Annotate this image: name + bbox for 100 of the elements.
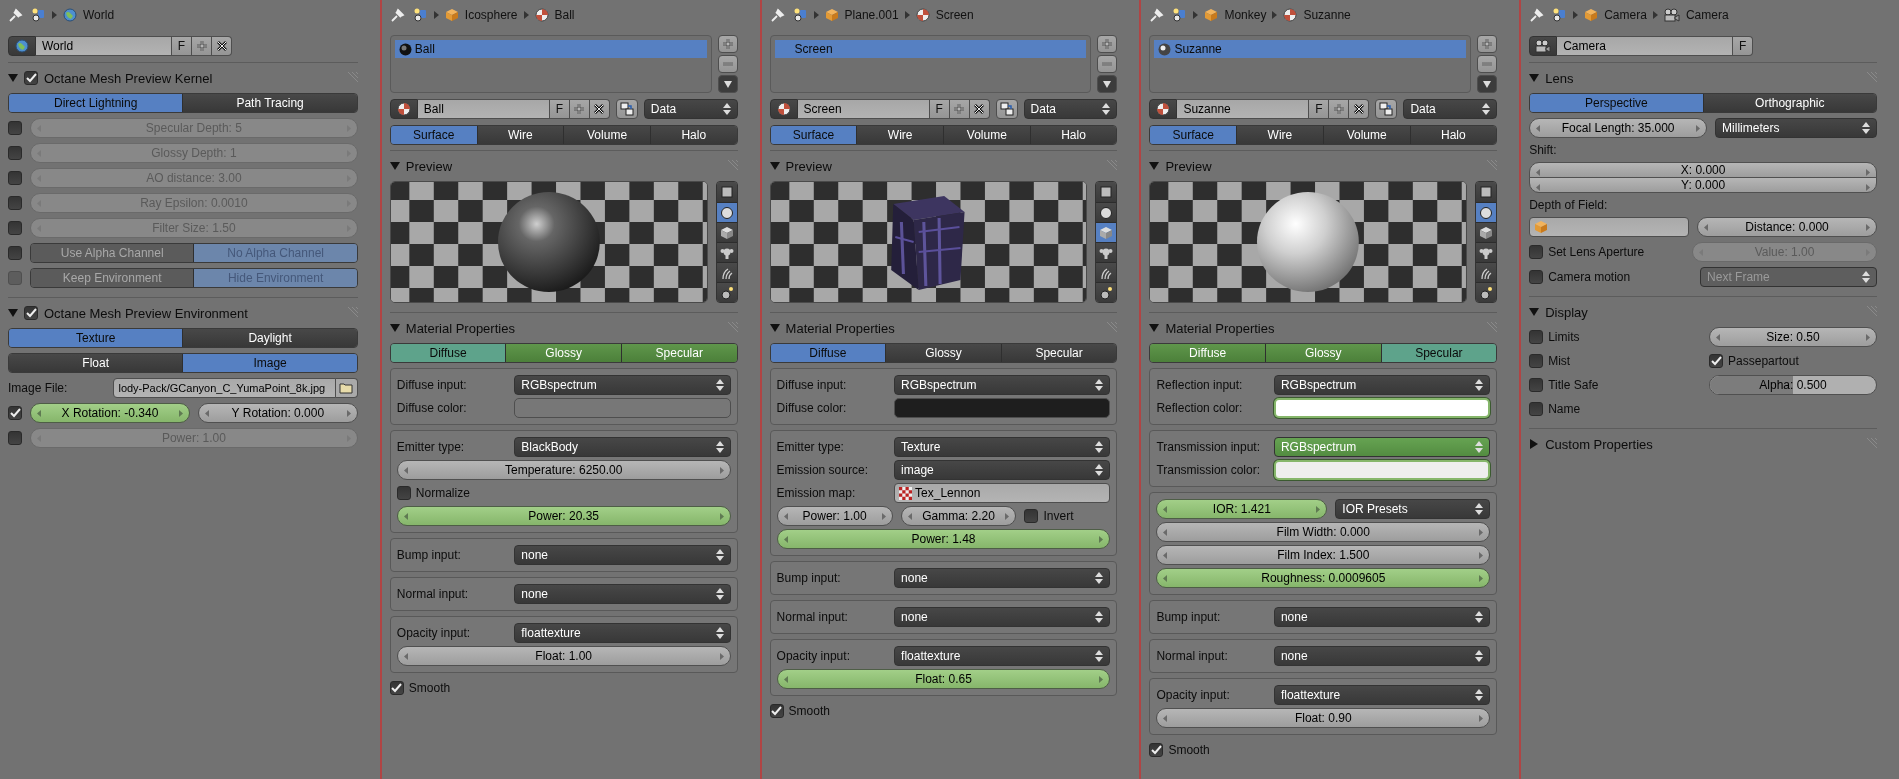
dropdown-menu[interactable]: RGBspectrum — [514, 375, 731, 395]
left-arrow-icon[interactable] — [783, 676, 788, 683]
toggle-button[interactable]: Volume — [943, 126, 1030, 144]
dropdown-menu[interactable]: BlackBody — [514, 437, 731, 457]
dropdown-menu[interactable]: Data — [643, 99, 738, 119]
section-title[interactable]: Preview — [405, 158, 720, 174]
value-slider[interactable]: Alpha: 0.500 — [1709, 375, 1877, 395]
toggle-button[interactable]: Halo — [1409, 126, 1497, 144]
fake-user-button[interactable]: F — [1309, 99, 1330, 119]
toggle-button[interactable]: Image — [182, 354, 357, 372]
section-title[interactable]: Display — [1545, 304, 1859, 320]
drag-grip-icon[interactable] — [345, 72, 358, 84]
number-field[interactable]: X Rotation: -0.340 — [30, 403, 190, 423]
disclosure-triangle-icon[interactable] — [8, 73, 18, 83]
remove-button[interactable] — [589, 99, 610, 119]
name-field[interactable]: Suzanne — [1177, 99, 1310, 119]
name-field[interactable]: World — [36, 36, 172, 56]
pin-icon[interactable] — [1529, 7, 1546, 23]
drag-grip-icon[interactable] — [725, 322, 738, 334]
drag-grip-icon[interactable] — [1485, 160, 1498, 172]
number-field[interactable]: Power: 20.35 — [396, 506, 731, 526]
checkbox[interactable] — [389, 681, 404, 695]
add-button[interactable] — [569, 99, 590, 119]
section-title[interactable]: Material Properties — [405, 320, 720, 336]
left-arrow-icon[interactable] — [1704, 224, 1709, 231]
left-arrow-icon[interactable] — [1163, 506, 1168, 513]
disclosure-triangle-icon[interactable] — [389, 161, 400, 171]
right-arrow-icon[interactable] — [1696, 125, 1701, 132]
copy-button[interactable] — [615, 99, 638, 119]
dropdown-menu[interactable]: Data — [1403, 99, 1498, 119]
browse-button[interactable] — [769, 99, 798, 119]
right-arrow-icon[interactable] — [1099, 676, 1104, 683]
add-slot-button[interactable] — [717, 35, 738, 53]
disclosure-triangle-icon[interactable] — [769, 161, 780, 171]
toggle-button[interactable]: Diffuse — [770, 344, 886, 362]
disclosure-triangle-icon[interactable] — [1529, 307, 1540, 317]
drag-grip-icon[interactable] — [1485, 322, 1498, 334]
slot-menu-button[interactable] — [717, 75, 738, 93]
fake-user-button[interactable]: F — [172, 36, 192, 56]
disclosure-triangle-icon[interactable] — [1149, 323, 1160, 333]
checkbox[interactable] — [1529, 402, 1544, 416]
disclosure-triangle-icon[interactable] — [1149, 161, 1160, 171]
right-arrow-icon[interactable] — [346, 410, 351, 417]
checkbox[interactable] — [769, 704, 784, 718]
checkbox[interactable] — [1024, 509, 1039, 523]
left-arrow-icon[interactable] — [37, 410, 41, 417]
material-slot[interactable]: Ball — [394, 40, 707, 58]
dropdown-menu[interactable]: none — [1273, 646, 1491, 666]
dropdown-menu[interactable]: floattexture — [514, 623, 731, 643]
disclosure-triangle-icon[interactable] — [1529, 73, 1540, 83]
preview-shape-button[interactable] — [1476, 282, 1497, 302]
toggle-button[interactable]: Volume — [1322, 126, 1410, 144]
right-arrow-icon[interactable] — [178, 410, 183, 417]
disclosure-triangle-icon[interactable] — [769, 323, 780, 333]
checkbox[interactable] — [8, 431, 22, 445]
right-arrow-icon[interactable] — [1479, 529, 1484, 536]
dropdown-menu[interactable]: none — [514, 584, 731, 604]
number-field[interactable]: Y: 0.000 — [1529, 177, 1877, 193]
disclosure-triangle-icon[interactable] — [389, 323, 400, 333]
number-field[interactable]: Float: 0.65 — [776, 669, 1111, 689]
section-title[interactable]: Custom Properties — [1545, 436, 1859, 452]
pin-icon[interactable] — [389, 7, 406, 23]
drag-grip-icon[interactable] — [1865, 306, 1877, 318]
toggle-button[interactable]: Texture — [9, 329, 183, 347]
pin-icon[interactable] — [769, 7, 786, 23]
preview-shape-button[interactable] — [716, 182, 737, 202]
right-arrow-icon[interactable] — [1866, 184, 1870, 191]
right-arrow-icon[interactable] — [881, 513, 886, 520]
checkbox[interactable] — [396, 486, 411, 500]
dropdown-menu[interactable]: floattexture — [1273, 685, 1491, 705]
left-arrow-icon[interactable] — [1536, 125, 1541, 132]
object-field[interactable] — [1529, 217, 1690, 237]
left-arrow-icon[interactable] — [403, 467, 408, 474]
drag-grip-icon[interactable] — [1105, 160, 1118, 172]
toggle-button[interactable]: Daylight — [182, 329, 357, 347]
slot-menu-button[interactable] — [1097, 75, 1118, 93]
fake-user-button[interactable]: F — [929, 99, 950, 119]
drag-grip-icon[interactable] — [1865, 438, 1877, 450]
file-path-field[interactable]: lody-Pack/GCanyon_C_YumaPoint_8k.jpg — [113, 378, 336, 398]
checkbox[interactable] — [1529, 245, 1544, 259]
preview-shape-button[interactable] — [1096, 282, 1117, 302]
number-field[interactable]: Gamma: 2.20 — [900, 506, 1017, 526]
right-arrow-icon[interactable] — [719, 513, 724, 520]
number-field[interactable]: Float: 1.00 — [396, 646, 731, 666]
checkbox[interactable] — [8, 406, 22, 420]
number-field[interactable]: Temperature: 6250.00 — [396, 460, 731, 480]
checkbox[interactable] — [1149, 743, 1164, 757]
copy-button[interactable] — [1375, 99, 1398, 119]
section-title[interactable]: Preview — [1165, 158, 1480, 174]
right-arrow-icon[interactable] — [1866, 224, 1870, 231]
dropdown-menu[interactable]: none — [894, 607, 1111, 627]
preview-shape-button[interactable] — [1096, 262, 1117, 282]
checkbox[interactable] — [24, 306, 38, 320]
left-arrow-icon[interactable] — [204, 410, 209, 417]
remove-button[interactable] — [969, 99, 990, 119]
toggle-button[interactable]: Specular — [1380, 344, 1497, 362]
right-arrow-icon[interactable] — [1005, 513, 1010, 520]
checkbox[interactable] — [1529, 270, 1544, 284]
texture-field[interactable]: Tex_Lennon — [894, 483, 1111, 503]
toggle-button[interactable]: Path Tracing — [182, 94, 357, 112]
